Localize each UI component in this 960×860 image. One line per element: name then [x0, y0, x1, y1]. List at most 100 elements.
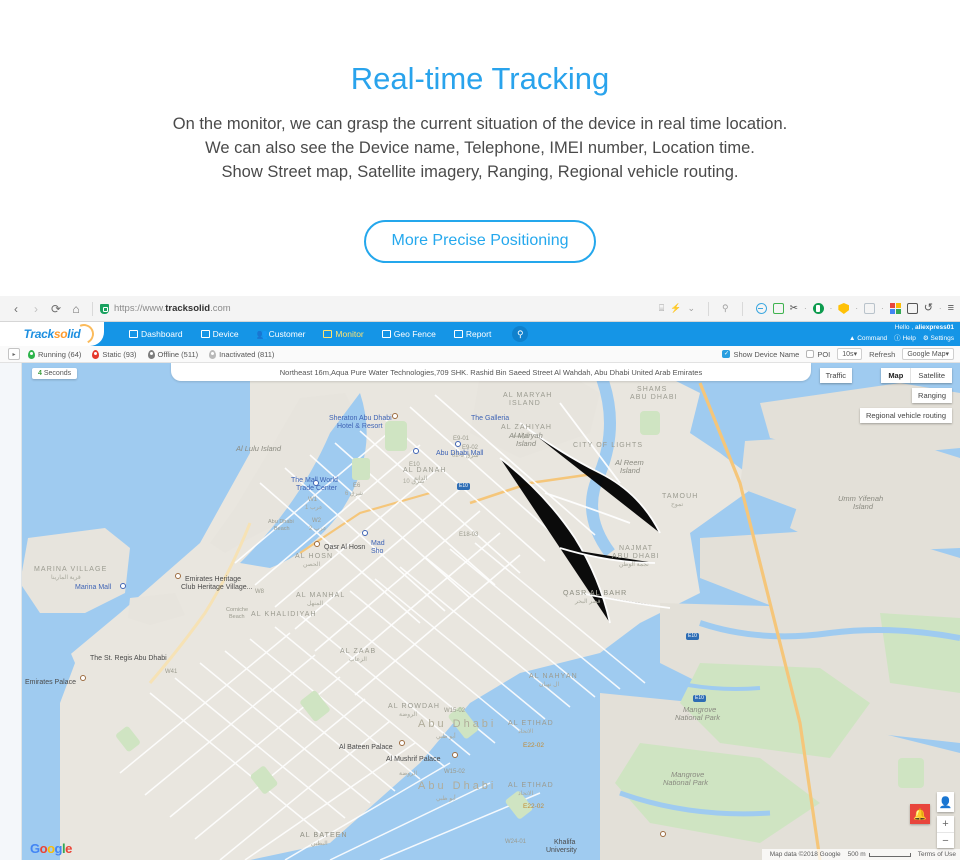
refresh-button[interactable]: Refresh — [869, 350, 895, 359]
map-provider-select[interactable]: Google Map▾ — [902, 348, 954, 360]
map-type-satellite-button[interactable]: Satellite — [910, 368, 952, 383]
search-icon[interactable]: ⚲ — [722, 303, 729, 314]
zoom-out-button[interactable]: − — [937, 832, 954, 848]
terms-of-use-link[interactable]: Terms of Use — [918, 851, 956, 858]
filter-static[interactable]: Static (93) — [92, 349, 137, 359]
mobile-extension-icon[interactable] — [906, 303, 918, 314]
highway-shield-e10b: E10 — [686, 633, 699, 640]
nav-item-device[interactable]: Device — [192, 329, 248, 339]
adblock-extension-icon[interactable] — [755, 303, 767, 314]
show-device-name-toggle[interactable]: ✓ Show Device Name — [722, 350, 799, 359]
show-device-name-checkbox[interactable]: ✓ — [722, 350, 731, 358]
bolt-icon[interactable]: ⚡ — [670, 303, 681, 314]
tracksolid-logo[interactable]: Tracksolid — [0, 322, 104, 346]
nav-item-monitor[interactable]: Monitor — [314, 329, 372, 339]
reload-icon[interactable]: ⟳ — [47, 300, 65, 318]
extension-dot-5: · — [938, 304, 942, 313]
nav-label-geofence: Geo Fence — [393, 329, 436, 339]
map-type-map-button[interactable]: Map — [881, 368, 911, 383]
traffic-button[interactable]: Traffic — [819, 368, 852, 383]
history-icon[interactable]: ↺ — [924, 303, 933, 314]
nav-label-monitor: Monitor — [335, 329, 364, 339]
monitor-icon — [323, 330, 333, 338]
poi-toggle[interactable]: POI — [806, 350, 830, 359]
back-icon[interactable]: ‹ — [7, 300, 25, 318]
address-bar[interactable]: https://www.tracksolid.com — [100, 303, 659, 314]
help-link[interactable]: ⓘ Help — [894, 333, 916, 344]
poi-dot-abudhabi-mall[interactable] — [413, 448, 419, 454]
status-filter-bar: ▸ Running (64) Static (93) Offline (511)… — [0, 346, 960, 363]
poi-dot-marina-mall[interactable] — [120, 583, 126, 589]
logo-text: Tracksolid — [23, 327, 81, 341]
home-icon[interactable]: ⌂ — [67, 300, 85, 318]
pegman-streetview-icon[interactable]: 👤 — [937, 792, 954, 812]
offline-pin-icon — [147, 349, 155, 359]
map-attribution-text: Map data ©2018 Google — [769, 851, 841, 858]
map-viewport[interactable]: 4 Seconds Northeast 16m,Aqua Pure Water … — [22, 363, 960, 860]
command-link[interactable]: ▲ Command — [849, 333, 887, 344]
toolbar-divider-2 — [708, 301, 710, 316]
show-device-name-label: Show Device Name — [733, 349, 800, 359]
scissors-extension-icon[interactable]: ✂ — [790, 303, 798, 314]
chevron-down-icon-2: ▾ — [945, 351, 949, 358]
nav-item-dashboard[interactable]: Dashboard — [120, 329, 192, 339]
greeting-text: Hello , aliexpress01 — [894, 324, 954, 331]
browser-window: ‹ › ⟳ ⌂ https://www.tracksolid.com ⌸ ⚡ ⌄… — [0, 296, 960, 860]
main-nav: Dashboard Device 👥 Customer Monitor Geo F… — [120, 326, 529, 342]
nav-item-geofence[interactable]: Geo Fence — [373, 329, 445, 339]
regional-vehicle-routing-button[interactable]: Regional vehicle routing — [859, 408, 952, 423]
promo-description: On the monitor, we can grasp the current… — [0, 112, 960, 184]
nav-item-customer[interactable]: 👥 Customer — [248, 329, 315, 339]
apps-grid-icon[interactable] — [889, 303, 901, 314]
settings-link[interactable]: ⚙ Settings — [923, 333, 954, 344]
green-extension-icon[interactable] — [812, 303, 824, 314]
ranging-button[interactable]: Ranging — [912, 388, 952, 403]
filter-inactivated[interactable]: Inactivated (811) — [209, 349, 274, 359]
static-label: Static (93) — [102, 349, 137, 359]
username-label: aliexpress01 — [914, 324, 954, 331]
poi-checkbox[interactable] — [806, 350, 815, 358]
filter-running[interactable]: Running (64) — [28, 349, 81, 359]
poi-dot-sheraton[interactable] — [392, 413, 398, 419]
map-options: ✓ Show Device Name POI 10s▾ Refresh Googl… — [722, 348, 954, 360]
panel-toggle-button[interactable]: ▸ — [8, 348, 20, 360]
poi-dot-emirates-palace[interactable] — [80, 675, 86, 681]
zoom-in-button[interactable]: + — [937, 816, 954, 832]
map-type-group: Map Satellite — [881, 368, 952, 383]
filter-offline[interactable]: Offline (511) — [147, 349, 198, 359]
poi-dot-mall-world-trade[interactable] — [313, 480, 319, 486]
highway-shield-e10c: E10 — [693, 695, 706, 702]
poi-dot-heritage-village[interactable] — [175, 573, 181, 579]
map-scalebar: 500 m — [848, 851, 911, 858]
image-extension-icon[interactable] — [864, 303, 876, 314]
user-area: Hello , aliexpress01 ▲ Command ⓘ Help ⚙ … — [849, 322, 954, 344]
shield-extension-icon[interactable] — [838, 303, 850, 314]
poi-dot-khalifa-university[interactable] — [660, 831, 666, 837]
static-pin-icon — [92, 349, 100, 359]
poi-dot-al-mushrif-palace[interactable] — [452, 752, 458, 758]
map-attribution-bar: Map data ©2018 Google 500 m Terms of Use — [761, 849, 960, 860]
poi-dot-galleria[interactable] — [455, 441, 461, 447]
browser-menu-icon[interactable]: ≡ — [948, 303, 954, 314]
poi-label: POI — [817, 349, 831, 359]
promo-line-1: On the monitor, we can grasp the current… — [172, 115, 788, 133]
toolbar-divider-3 — [741, 301, 743, 316]
running-pin-icon — [28, 349, 35, 359]
map-container[interactable]: 4 Seconds Northeast 16m,Aqua Pure Water … — [0, 363, 960, 860]
device-list-sidebar[interactable] — [0, 363, 22, 860]
grid-icon[interactable]: ⌸ — [659, 303, 664, 314]
chevron-down-icon[interactable]: ⌄ — [687, 303, 695, 314]
nav-label-report: Report — [465, 329, 492, 339]
poi-dot-qasr-al-hosn[interactable] — [314, 541, 320, 547]
forward-icon[interactable]: › — [27, 300, 45, 318]
refresh-interval-select[interactable]: 10s▾ — [837, 348, 863, 360]
nav-item-report[interactable]: Report — [445, 329, 501, 339]
more-precise-positioning-button[interactable]: More Precise Positioning — [363, 220, 597, 263]
scale-label: 500 m — [847, 851, 866, 858]
notes-extension-icon[interactable] — [772, 303, 784, 314]
geofence-icon — [381, 330, 391, 338]
alarm-bell-button[interactable]: 🔔 — [910, 804, 930, 824]
poi-dot-al-bateen-palace[interactable] — [399, 740, 405, 746]
nav-search-button[interactable]: ⚲ — [512, 326, 529, 342]
poi-dot-madinat[interactable] — [362, 530, 368, 536]
